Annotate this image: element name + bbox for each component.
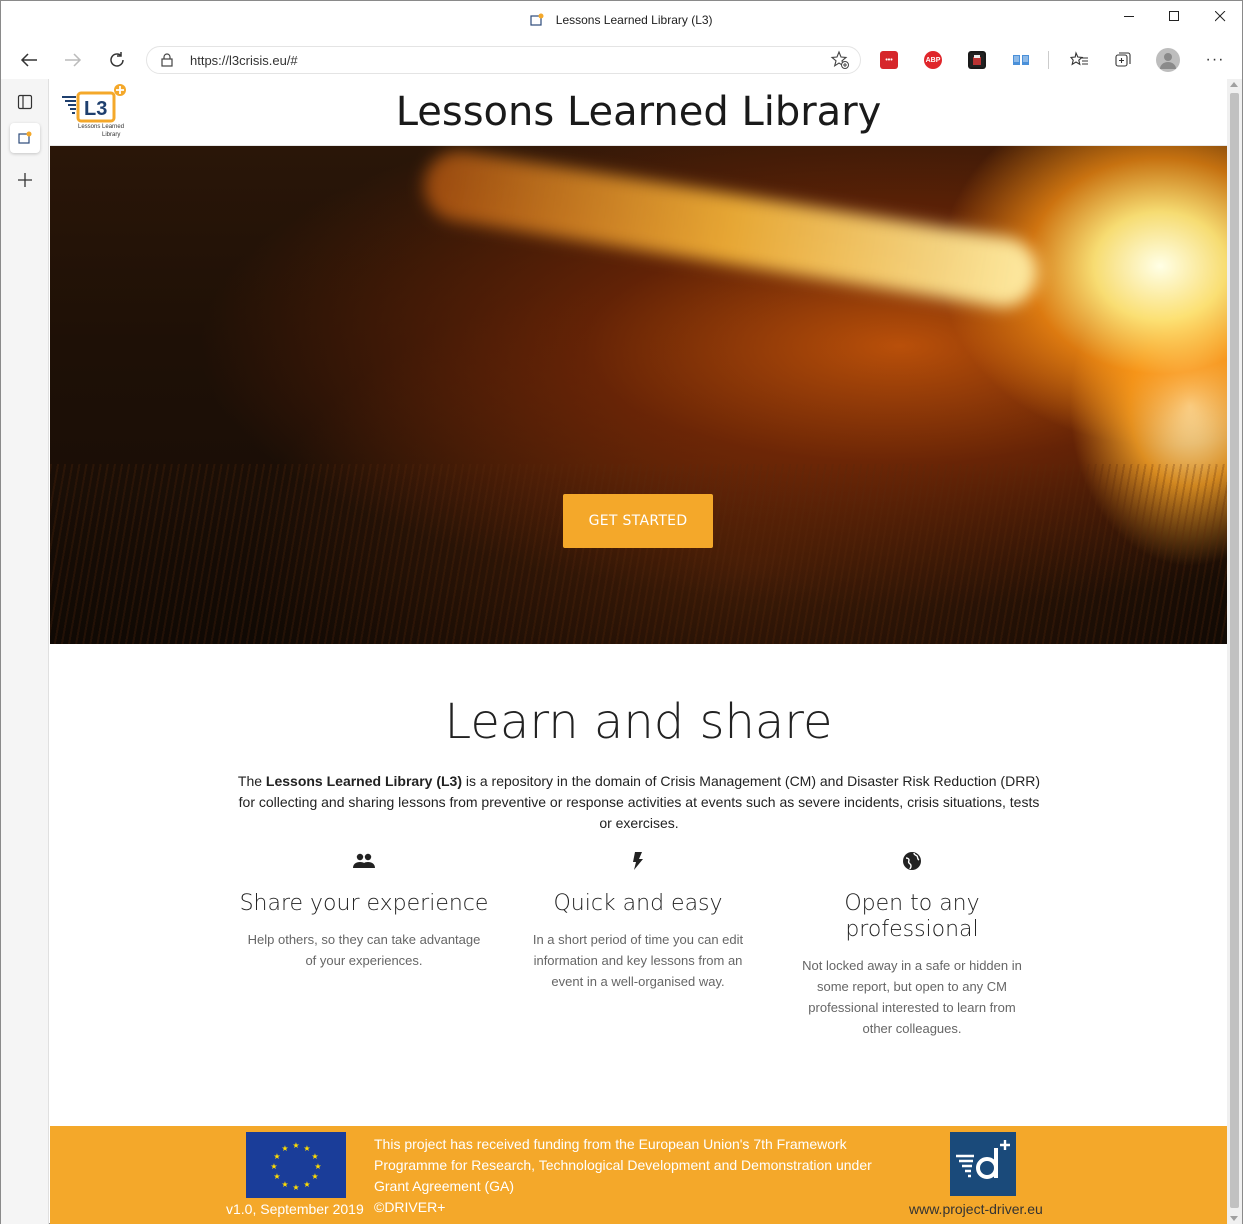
globe-icon (903, 852, 921, 870)
driver-logo[interactable] (950, 1132, 1016, 1196)
learn-section: Learn and share The Lessons Learned Libr… (50, 644, 1227, 1126)
svg-text:★: ★ (281, 1180, 288, 1189)
minimize-icon (1123, 15, 1134, 17)
feature-open: Open to any professional Not locked away… (787, 849, 1037, 1039)
learn-heading: Learn and share (444, 694, 833, 750)
add-favorite-button[interactable] (830, 50, 850, 75)
site-footer: ★ ★ ★ ★ ★ ★ ★ ★ ★ ★ ★ ★ v1.0, September … (50, 1126, 1227, 1224)
get-started-button[interactable]: GET STARTED (563, 494, 713, 548)
maximize-icon (1168, 10, 1179, 21)
eu-flag-icon: ★ ★ ★ ★ ★ ★ ★ ★ ★ ★ ★ ★ (270, 1141, 321, 1192)
svg-text:★: ★ (314, 1162, 321, 1171)
window-title: Lessons Learned Library (L3) (1, 13, 1242, 27)
collections-icon (1115, 52, 1131, 67)
plus-icon (18, 173, 32, 187)
window-title-text: Lessons Learned Library (L3) (555, 13, 713, 27)
vertical-tabs-sidebar (1, 79, 49, 1224)
scroll-down-icon[interactable] (1230, 1216, 1238, 1221)
favorites-button[interactable] (1068, 49, 1090, 71)
tab-panel-icon (17, 94, 33, 110)
maximize-button[interactable] (1151, 1, 1197, 31)
minimize-button[interactable] (1106, 1, 1152, 31)
intro-bold: Lessons Learned Library (L3) (265, 773, 462, 789)
svg-text:★: ★ (273, 1152, 280, 1161)
back-button[interactable] (14, 45, 44, 75)
feature-title: Quick and easy (553, 891, 723, 916)
scroll-up-icon[interactable] (1230, 82, 1238, 87)
feature-text: Help others, so they can take advantage … (247, 932, 481, 968)
copyright-text: ©DRIVER+ (374, 1199, 446, 1215)
forward-arrow-icon (65, 53, 82, 67)
refresh-button[interactable] (102, 45, 132, 75)
web-page: L3 Lessons Learned Library Lessons Learn… (50, 79, 1227, 1224)
lock-icon (161, 53, 173, 67)
svg-text:★: ★ (270, 1162, 277, 1171)
settings-menu-button[interactable]: ··· (1204, 49, 1226, 71)
browser-window: Lessons Learned Library (L3) https://l3c… (0, 0, 1243, 1224)
hero-image-fire-beam (419, 146, 1043, 313)
url-text: https://l3crisis.eu/# (190, 53, 298, 68)
svg-text:★: ★ (292, 1141, 299, 1150)
reader-icon (1013, 55, 1029, 65)
eu-flag: ★ ★ ★ ★ ★ ★ ★ ★ ★ ★ ★ ★ (246, 1132, 346, 1198)
flash-icon (633, 852, 643, 870)
version-text: v1.0, September 2019 (226, 1201, 364, 1217)
feature-title: Open to any professional (844, 891, 980, 942)
adblock-icon: ABP (925, 56, 941, 64)
svg-text:★: ★ (311, 1152, 318, 1161)
feature-text: In a short period of time you can edit i… (532, 932, 744, 989)
page-scrollbar[interactable] (1227, 79, 1242, 1224)
ellipsis-icon: ··· (1205, 51, 1225, 68)
hero-image-grass (50, 464, 1227, 644)
adblock-button[interactable]: ABP (924, 51, 942, 69)
feature-quick: Quick and easy In a short period of time… (513, 849, 763, 992)
driver-plus-logo-icon (956, 1140, 1010, 1179)
feature-share: Share your experience Help others, so th… (239, 849, 489, 971)
svg-text:★: ★ (273, 1172, 280, 1181)
new-tab-button[interactable] (10, 165, 40, 195)
browser-toolbar: https://l3crisis.eu/# ••• ABP ··· (1, 41, 1242, 79)
more-extension-button[interactable]: ••• (880, 51, 898, 69)
forward-button[interactable] (58, 45, 88, 75)
tab-actions-button[interactable] (10, 87, 40, 117)
ext-avatar-icon (970, 53, 984, 67)
funding-statement: This project has received funding from t… (374, 1134, 904, 1218)
intro-prefix: The (237, 773, 266, 789)
more-icon: ••• (885, 56, 893, 64)
close-icon (1214, 10, 1225, 21)
people-icon (353, 853, 375, 868)
toolbar-divider (1048, 51, 1049, 69)
star-add-icon (830, 50, 849, 69)
title-bar: Lessons Learned Library (L3) (1, 1, 1242, 41)
avatar-extension-button[interactable] (968, 51, 986, 69)
l3-favicon-icon (530, 13, 544, 26)
site-title: Lessons Learned Library (395, 89, 882, 135)
svg-text:★: ★ (303, 1144, 310, 1153)
profile-avatar-icon (1160, 53, 1176, 69)
l3-favicon-icon (18, 131, 32, 144)
svg-text:★: ★ (303, 1180, 310, 1189)
svg-text:★: ★ (281, 1144, 288, 1153)
scroll-thumb[interactable] (1230, 93, 1239, 1208)
reader-extension-button[interactable] (1012, 51, 1030, 69)
feature-title: Share your experience (239, 891, 489, 916)
project-website-link[interactable]: www.project-driver.eu (909, 1201, 1043, 1217)
address-bar[interactable]: https://l3crisis.eu/# (146, 46, 861, 74)
collections-button[interactable] (1112, 49, 1134, 71)
site-header: L3 Lessons Learned Library Lessons Learn… (50, 79, 1227, 146)
funding-text: This project has received funding from t… (374, 1136, 872, 1194)
refresh-icon (110, 52, 124, 67)
favorites-icon (1069, 51, 1088, 66)
back-arrow-icon (20, 53, 37, 67)
svg-text:★: ★ (311, 1172, 318, 1181)
svg-text:★: ★ (292, 1183, 299, 1192)
profile-button[interactable] (1156, 48, 1180, 72)
feature-text: Not locked away in a safe or hidden in s… (802, 958, 1022, 1036)
hero-banner: GET STARTED (50, 146, 1227, 644)
tab-lessons-learned[interactable] (10, 123, 40, 153)
intro-paragraph: The Lessons Learned Library (L3) is a re… (235, 771, 1043, 834)
close-window-button[interactable] (1197, 1, 1243, 31)
